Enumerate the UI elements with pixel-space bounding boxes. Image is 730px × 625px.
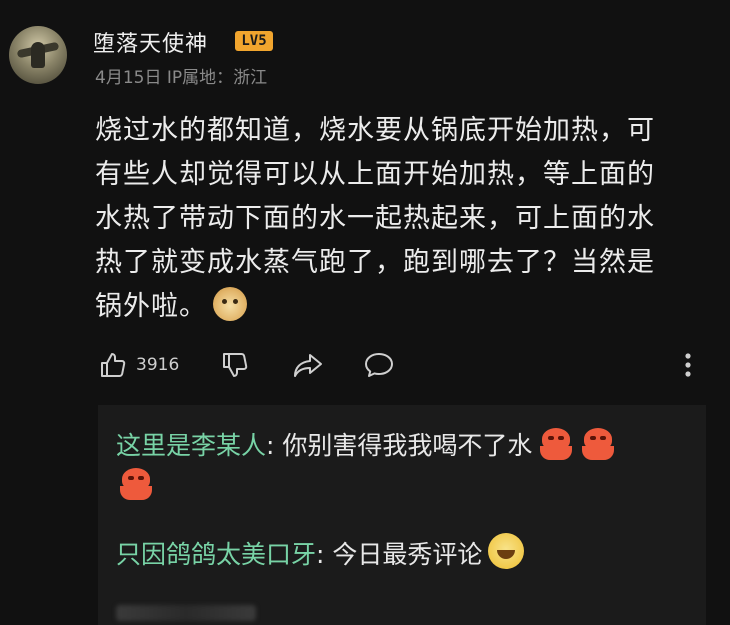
- comment-button[interactable]: [363, 350, 395, 380]
- reply-text: 你别害得我我喝不了水: [282, 431, 533, 460]
- avatar-figure-shape: [31, 42, 45, 68]
- thumb-down-icon: [223, 353, 248, 377]
- share-icon: [294, 354, 322, 377]
- post-body: 烧过水的都知道，烧水要从锅底开始加热，可 有些人却觉得可以从上面开始加热，等上面…: [95, 109, 715, 329]
- comment-icon: [365, 353, 393, 377]
- action-bar: 3916: [0, 350, 730, 390]
- reply-separator: :: [266, 431, 283, 460]
- post-body-line: 热了就变成水蒸气跑了，跑到哪去了？当然是: [95, 247, 655, 278]
- post-body-line: 锅外啦。: [95, 291, 207, 322]
- share-button[interactable]: [292, 350, 324, 380]
- post-body-line: 有些人却觉得可以从上面开始加热，等上面的: [95, 159, 655, 190]
- user-name[interactable]: 堕落天使神: [93, 26, 208, 58]
- level-badge: LV5: [235, 31, 273, 51]
- thumb-up-icon: [101, 353, 126, 377]
- post-meta: 4月15日 IP属地：浙江: [95, 68, 268, 88]
- reply-text: 今日最秀评论: [332, 540, 483, 569]
- doge-emoji: [213, 287, 247, 321]
- laughing-emoji: [488, 533, 525, 569]
- reply-item[interactable]: 只因鸽鸽太美口牙: 今日最秀评论: [116, 533, 525, 575]
- reply-author[interactable]: 只因鸽鸽太美口牙: [116, 540, 316, 569]
- replies-panel[interactable]: 这里是李某人: 你别害得我我喝不了水 只因鸽鸽太美口牙: 今日最秀评论: [98, 405, 706, 625]
- reply-separator: :: [316, 540, 333, 569]
- blurred-more-replies: [116, 605, 256, 621]
- reply-item[interactable]: 这里是李某人: 你别害得我我喝不了水: [116, 426, 616, 506]
- dislike-button[interactable]: [220, 350, 250, 380]
- reply-author[interactable]: 这里是李某人: [116, 431, 266, 460]
- angry-octopus-emoji: [538, 426, 574, 462]
- avatar[interactable]: [9, 26, 67, 84]
- more-options-button[interactable]: [678, 350, 698, 380]
- angry-octopus-emoji: [580, 426, 616, 462]
- post-body-line-last: 锅外啦。: [95, 285, 715, 329]
- like-count: 3916: [136, 355, 180, 375]
- angry-octopus-emoji: [118, 466, 154, 502]
- post-body-line: 水热了带动下面的水一起热起来，可上面的水: [95, 203, 655, 234]
- post-body-line: 烧过水的都知道，烧水要从锅底开始加热，可: [95, 115, 655, 146]
- like-button[interactable]: 3916: [98, 350, 179, 380]
- more-vertical-icon: [685, 353, 691, 377]
